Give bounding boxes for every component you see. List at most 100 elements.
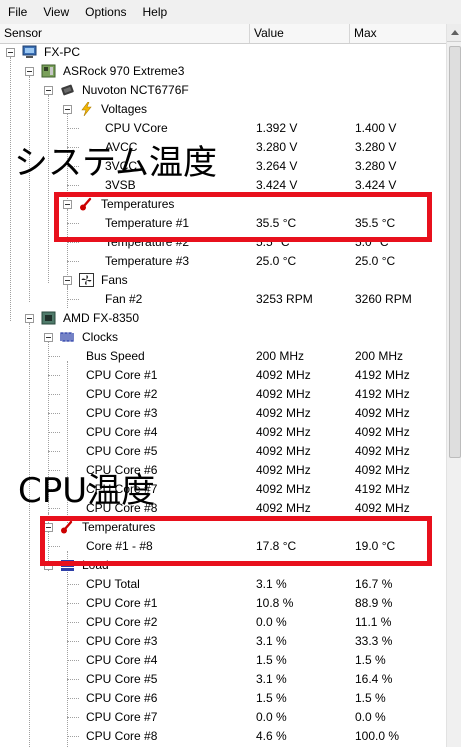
collapse-toggle[interactable] [25,67,34,76]
sensor-max: 3260 RPM [355,292,412,306]
sensor-label: CPU Core #5 [86,444,158,458]
collapse-toggle[interactable] [44,333,53,342]
sensor-label: CPU Core #3 [86,406,158,420]
collapse-toggle[interactable] [25,314,34,323]
sensor-value: 200 MHz [256,349,305,363]
sensor-value: 3.1 % [256,634,287,648]
sensor-label: Fan #2 [105,292,143,306]
sensor-value: 4092 MHz [256,406,311,420]
sensor-max: 3.280 V [355,159,397,173]
menu-help[interactable]: Help [135,0,176,24]
collapse-toggle[interactable] [44,86,53,95]
collapse-toggle[interactable] [6,48,15,57]
vertical-scrollbar[interactable] [446,24,461,747]
tree-node-fans[interactable]: Fans [0,271,446,290]
cpu-temperature-highlight [40,516,432,566]
sensor-value: 3.280 V [256,140,298,154]
tree-node-label: Nuvoton NCT6776F [82,83,189,97]
scroll-up-arrow-icon[interactable] [447,24,461,42]
sensor-value: 4.6 % [256,729,287,743]
sensor-value: 3.1 % [256,577,287,591]
sensor-row[interactable]: CPU Core #1 4092 MHz 4192 MHz [0,366,446,385]
sensor-row[interactable]: CPU Core #3 3.1 % 33.3 % [0,632,446,651]
sensor-row[interactable]: CPU Core #2 0.0 % 11.1 % [0,613,446,632]
sensor-row[interactable]: CPU Core #2 4092 MHz 4192 MHz [0,385,446,404]
lightning-icon [81,102,92,116]
sensor-row[interactable]: CPU Core #5 3.1 % 16.4 % [0,670,446,689]
sensor-row[interactable]: Temperature #3 25.0 °C 25.0 °C [0,252,446,271]
sensor-row[interactable]: CPU Core #3 4092 MHz 4092 MHz [0,404,446,423]
sensor-row[interactable]: Bus Speed 200 MHz 200 MHz [0,347,446,366]
system-temperature-highlight [54,192,432,242]
sensor-value: 1.392 V [256,121,298,135]
cpu-icon [41,311,56,325]
tree-node-voltages[interactable]: Voltages [0,100,446,119]
menu-bar: File View Options Help [0,0,461,25]
sensor-value: 25.0 °C [256,254,297,268]
tree-node-label: ASRock 970 Extreme3 [63,64,185,78]
tree-node-cpu[interactable]: AMD FX-8350 [0,309,446,328]
sensor-max: 16.7 % [355,577,393,591]
sensor-label: CPU Core #7 [86,710,158,724]
sensor-max: 4092 MHz [355,463,410,477]
menu-view[interactable]: View [35,0,77,24]
sensor-value: 4092 MHz [256,444,311,458]
column-header-max[interactable]: Max [350,24,446,43]
sensor-label: CPU Core #2 [86,615,158,629]
sensor-max: 100.0 % [355,729,400,743]
sensor-value: 3253 RPM [256,292,313,306]
sensor-value: 4092 MHz [256,387,311,401]
sensor-max: 1.400 V [355,121,397,135]
column-header-value[interactable]: Value [250,24,350,43]
sensor-row[interactable]: CPU Core #1 10.8 % 88.9 % [0,594,446,613]
sensor-max: 200 MHz [355,349,404,363]
sensor-value: 4092 MHz [256,368,311,382]
collapse-toggle[interactable] [63,276,72,285]
sensor-max: 4092 MHz [355,444,410,458]
column-header: Sensor Value Max [0,24,446,44]
sensor-label: CPU Core #3 [86,634,158,648]
tree-node-superio[interactable]: Nuvoton NCT6776F [0,81,446,100]
sensor-max: 88.9 % [355,596,393,610]
sensor-row[interactable]: CPU Core #4 4092 MHz 4092 MHz [0,423,446,442]
sensor-max: 4092 MHz [355,406,410,420]
sensor-row[interactable]: CPU VCore 1.392 V 1.400 V [0,119,446,138]
mainboard-icon [41,64,56,78]
collapse-toggle[interactable] [63,105,72,114]
cpu-temperature-annotation: CPU温度 [18,471,156,511]
sensor-value: 10.8 % [256,596,294,610]
sensor-value: 1.5 % [256,653,287,667]
sensor-label: CPU Core #5 [86,672,158,686]
sensor-row[interactable]: CPU Core #6 1.5 % 1.5 % [0,689,446,708]
tree-node-label: Clocks [82,330,119,344]
sensor-row[interactable]: CPU Core #4 1.5 % 1.5 % [0,651,446,670]
sensor-max: 4192 MHz [355,368,410,382]
sensor-label: CPU Core #4 [86,425,158,439]
clock-signal-icon [60,332,74,342]
sensor-max: 4192 MHz [355,387,410,401]
scrollbar-thumb[interactable] [449,46,461,458]
sensor-label: CPU Core #1 [86,596,158,610]
sensor-row[interactable]: CPU Core #8 4.6 % 100.0 % [0,727,446,746]
sensor-row[interactable]: Fan #2 3253 RPM 3260 RPM [0,290,446,309]
sensor-label: CPU Core #4 [86,653,158,667]
column-header-sensor[interactable]: Sensor [0,24,250,43]
sensor-value: 3.1 % [256,672,287,686]
sensor-max: 4092 MHz [355,425,410,439]
tree-node-clocks[interactable]: Clocks [0,328,446,347]
tree-node-mainboard[interactable]: ASRock 970 Extreme3 [0,62,446,81]
tree-node-label: Fans [101,273,128,287]
sensor-row[interactable]: CPU Total 3.1 % 16.7 % [0,575,446,594]
menu-file[interactable]: File [0,0,35,24]
sensor-max: 33.3 % [355,634,393,648]
sensor-value: 4092 MHz [256,425,311,439]
sensor-max: 4192 MHz [355,482,410,496]
sensor-label: CPU Core #6 [86,691,158,705]
tree-node-fx-pc[interactable]: FX-PC [0,43,446,62]
chip-icon [61,84,74,96]
tree-node-label: FX-PC [44,45,80,59]
sensor-row[interactable]: CPU Core #5 4092 MHz 4092 MHz [0,442,446,461]
sensor-label: CPU Core #8 [86,729,158,743]
menu-options[interactable]: Options [77,0,134,24]
sensor-row[interactable]: CPU Core #7 0.0 % 0.0 % [0,708,446,727]
